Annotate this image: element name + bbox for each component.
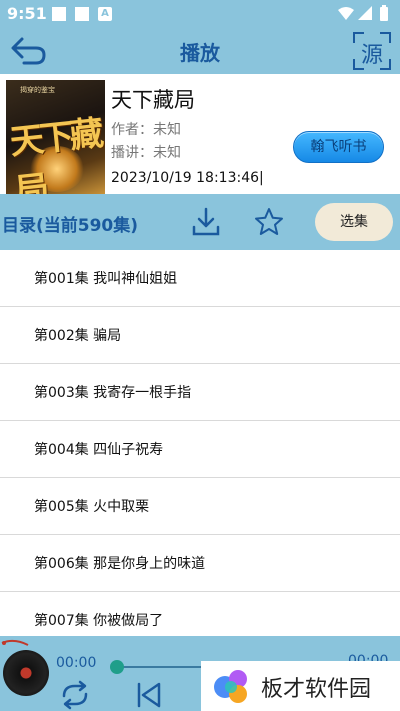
battery-icon <box>380 7 388 21</box>
page-title: 播放 <box>180 41 220 65</box>
last-played-timestamp: 2023/10/19 18:13:46| <box>111 170 264 186</box>
current-time: 00:00 <box>56 655 97 671</box>
episode-title: 第003集 我寄存一根手指 <box>34 385 192 401</box>
book-author: 作者：未知 <box>111 122 181 138</box>
episode-item[interactable]: 第006集 那是你身上的味道 <box>0 535 400 592</box>
source-label: 源 <box>360 43 383 68</box>
episode-title: 第005集 火中取栗 <box>34 499 150 515</box>
cover-title: 天下藏局 <box>7 113 102 194</box>
loop-icon[interactable] <box>56 678 94 711</box>
episode-item[interactable]: 第005集 火中取栗 <box>0 478 400 535</box>
episode-item[interactable]: 第001集 我叫神仙姐姐 <box>0 250 400 307</box>
tonearm-icon <box>1 639 29 646</box>
episode-title: 第004集 四仙子祝寿 <box>34 442 164 458</box>
notification-icon <box>52 7 66 21</box>
book-info: 揭穿的鉴宝 天下藏局 天下藏局 作者：未知 播讲：未知 2023/10/19 1… <box>0 74 400 194</box>
watermark-logo-icon <box>214 670 247 703</box>
wifi-icon <box>338 7 354 20</box>
notification-icon <box>75 7 89 21</box>
title-bar: 播放 源 <box>0 27 400 74</box>
cover-subtitle: 揭穿的鉴宝 <box>20 86 55 94</box>
episode-item[interactable]: 第002集 骗局 <box>0 307 400 364</box>
book-narrator: 播讲：未知 <box>111 145 181 161</box>
progress-knob[interactable] <box>110 660 124 674</box>
vinyl-disc-icon[interactable] <box>3 650 49 696</box>
previous-icon[interactable] <box>133 680 163 710</box>
directory-label: 目录(当前590集) <box>2 216 139 236</box>
signal-battery-icons <box>338 5 388 21</box>
notification-a-icon: A <box>98 7 112 21</box>
book-title: 天下藏局 <box>111 88 195 112</box>
book-cover: 揭穿的鉴宝 天下藏局 <box>6 80 105 194</box>
episode-title: 第006集 那是你身上的味道 <box>34 556 206 572</box>
episode-title: 第001集 我叫神仙姐姐 <box>34 271 178 287</box>
episode-list: 第001集 我叫神仙姐姐 第002集 骗局 第003集 我寄存一根手指 第004… <box>0 250 400 636</box>
download-icon[interactable] <box>190 206 222 238</box>
source-button[interactable]: 源 <box>352 31 392 71</box>
status-time: 9:51 <box>7 4 47 23</box>
watermark-text: 板才软件园 <box>261 677 372 702</box>
select-episode-button[interactable]: 选集 <box>315 203 393 241</box>
favorite-star-icon[interactable] <box>253 206 285 238</box>
episode-item[interactable]: 第003集 我寄存一根手指 <box>0 364 400 421</box>
episode-title: 第007集 你被做局了 <box>34 613 164 629</box>
episode-item[interactable]: 第007集 你被做局了 <box>0 592 400 636</box>
brand-button[interactable]: 翰飞听书 <box>293 131 384 163</box>
watermark: 板才软件园 <box>201 661 400 711</box>
cell-signal-icon <box>358 6 372 20</box>
episode-item[interactable]: 第004集 四仙子祝寿 <box>0 421 400 478</box>
status-bar: 9:51 A <box>0 0 400 27</box>
episode-title: 第002集 骗局 <box>34 328 122 344</box>
directory-bar: 目录(当前590集) 选集 <box>0 194 400 250</box>
